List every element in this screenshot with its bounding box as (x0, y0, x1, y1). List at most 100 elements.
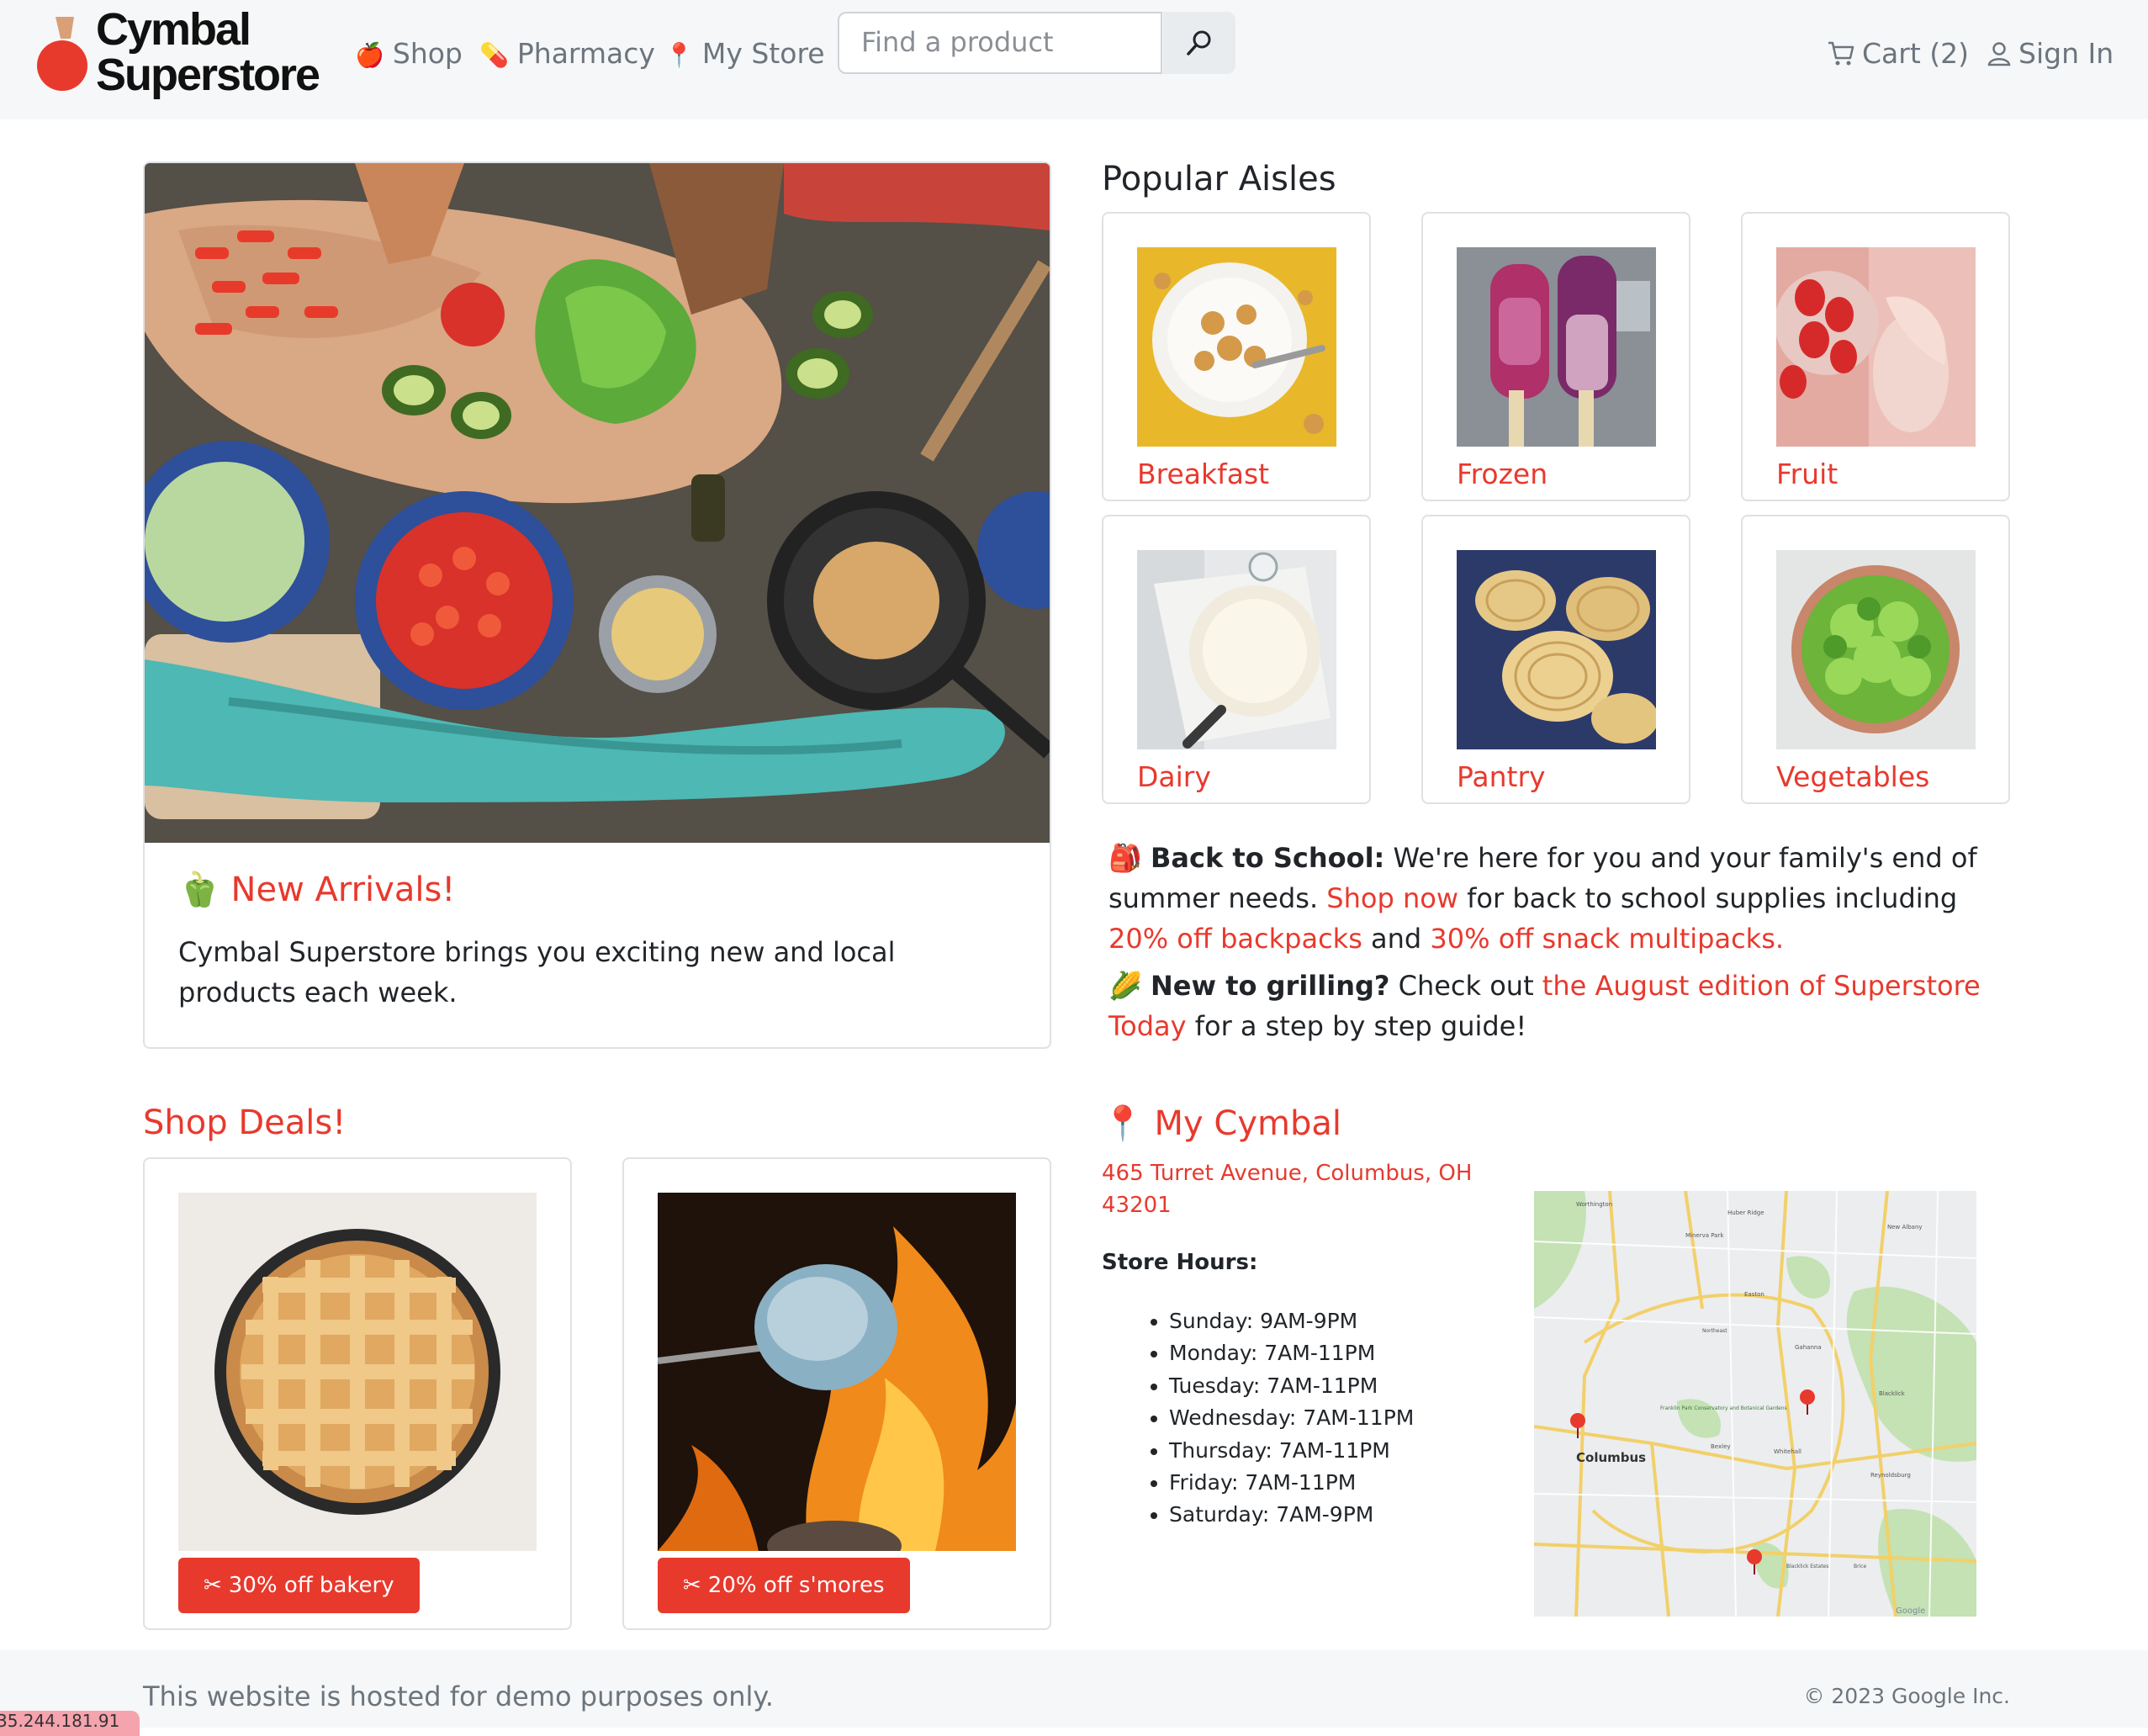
aisle-breakfast[interactable]: Breakfast (1102, 212, 1371, 501)
map-place-label: Worthington (1576, 1201, 1612, 1208)
aisle-vegetables[interactable]: Vegetables (1741, 515, 2010, 804)
bakery-deal-button[interactable]: ✂ 30% off bakery (178, 1558, 420, 1613)
pin-icon: 📍 (1102, 1104, 1144, 1143)
search-field (838, 12, 1162, 74)
new-arrivals-card: 🫑 New Arrivals! Cymbal Superstore brings… (143, 161, 1051, 1049)
aisle-pantry[interactable]: Pantry (1421, 515, 1690, 804)
nav-my-store[interactable]: 📍 My Store (664, 37, 825, 70)
map-place-label: Bexley (1711, 1443, 1731, 1450)
map-place-label: Easton (1744, 1291, 1764, 1298)
strawberries-photo (1776, 247, 1976, 447)
aisle-label: Fruit (1776, 458, 1838, 490)
shop-now-link[interactable]: Shop now (1326, 882, 1458, 914)
brand-line1: Cymbal (96, 4, 251, 55)
ip-badge: 35.244.181.91 (0, 1711, 140, 1736)
grilling-title: New to grilling? (1151, 970, 1390, 1002)
back-to-school-text: and (1362, 923, 1431, 955)
aisle-dairy[interactable]: Dairy (1102, 515, 1371, 804)
new-arrivals-title: New Arrivals! (230, 871, 456, 909)
map-place-label: New Albany (1887, 1224, 1923, 1231)
back-to-school-title: Back to School: (1151, 842, 1385, 874)
scissors-icon: ✂ (683, 1573, 701, 1598)
nav-shop-label: Shop (392, 37, 463, 70)
deal-card-bakery: ✂ 30% off bakery (143, 1157, 572, 1630)
person-icon (1987, 41, 2011, 66)
hours-item: Sunday: 9AM-9PM (1169, 1305, 1414, 1337)
aisle-frozen[interactable]: Frozen (1421, 212, 1690, 501)
cymbal-logo-icon[interactable] (37, 17, 96, 93)
hours-item: Wednesday: 7AM-11PM (1169, 1402, 1414, 1434)
nav-cart-label: Cart (2) (1862, 37, 1970, 70)
aisle-label: Breakfast (1137, 458, 1270, 490)
nav-sign-in-label: Sign In (2018, 37, 2114, 70)
cooking-table-photo (145, 163, 1050, 843)
popular-aisles-heading: Popular Aisles (1102, 160, 1336, 198)
grilling-promo: 🌽 New to grilling? Check out the August … (1108, 966, 2017, 1046)
brand-logo[interactable]: Cymbal Superstore (96, 4, 320, 100)
grilling-text: for a step by step guide! (1186, 1010, 1527, 1042)
cart-icon (1828, 41, 1854, 65)
map-place-label: Reynoldsburg (1870, 1472, 1911, 1479)
footer-copyright: © 2023 Google Inc. (1803, 1684, 2010, 1708)
search-input[interactable] (860, 13, 1149, 71)
nav-pharmacy-label: Pharmacy (516, 37, 655, 70)
pin-icon: 📍 (664, 41, 694, 69)
google-map-attribution: Google (1896, 1606, 1925, 1616)
pie-photo (178, 1193, 537, 1551)
popsicle-photo (1457, 247, 1656, 447)
cheese-photo (1137, 550, 1336, 749)
map-place-label: Blacklick Estates (1786, 1564, 1828, 1569)
map-place-label: Huber Ridge (1727, 1209, 1764, 1216)
pasta-photo (1457, 550, 1656, 749)
hours-item: Tuesday: 7AM-11PM (1169, 1370, 1414, 1402)
search-button[interactable] (1163, 12, 1235, 74)
aisle-label: Vegetables (1776, 760, 1930, 793)
aisle-fruit[interactable]: Fruit (1741, 212, 2010, 501)
my-cymbal-title: My Cymbal (1154, 1104, 1342, 1143)
store-map[interactable]: Columbus Worthington Huber Ridge Minerva… (1534, 1191, 1976, 1617)
nav-cart[interactable]: Cart (2) (1827, 37, 1969, 70)
nav-my-store-label: My Store (701, 37, 825, 70)
nav-sign-in[interactable]: Sign In (1987, 37, 2114, 70)
aisle-label: Pantry (1457, 760, 1546, 793)
hours-item: Thursday: 7AM-11PM (1169, 1435, 1414, 1467)
brand-line2: Superstore (96, 50, 320, 100)
apple-icon: 🍎 (355, 41, 384, 69)
deal-card-smores: ✂ 20% off s'mores (622, 1157, 1051, 1630)
shop-deals-heading: Shop Deals! (143, 1104, 347, 1142)
nav-shop[interactable]: 🍎 Shop (355, 37, 463, 70)
scissors-icon: ✂ (204, 1573, 222, 1598)
salad-photo (1776, 550, 1976, 749)
store-hours-list: Sunday: 9AM-9PM Monday: 7AM-11PM Tuesday… (1134, 1305, 1414, 1532)
map-place-label: Gahanna (1795, 1344, 1822, 1351)
smores-deal-label: 20% off s'mores (707, 1573, 885, 1598)
footer-disclaimer: This website is hosted for demo purposes… (143, 1680, 774, 1712)
hours-item: Saturday: 7AM-9PM (1169, 1499, 1414, 1531)
backpacks-deal-link[interactable]: 20% off backpacks (1108, 923, 1362, 955)
search-icon (1187, 30, 1211, 56)
map-place-label: Blacklick (1879, 1390, 1906, 1397)
my-cymbal-heading: 📍 My Cymbal (1102, 1104, 1341, 1143)
store-hours-title: Store Hours: (1102, 1250, 1258, 1275)
new-arrivals-heading: 🫑 New Arrivals! (178, 870, 455, 909)
store-address: 465 Turret Avenue, Columbus, OH 43201 (1102, 1161, 1473, 1218)
hours-item: Friday: 7AM-11PM (1169, 1467, 1414, 1499)
snack-multipacks-link[interactable]: 30% off snack multipacks. (1430, 923, 1784, 955)
bell-pepper-icon: 🫑 (178, 871, 220, 909)
grilling-text: Check out (1389, 970, 1542, 1002)
map-place-label: Brice (1854, 1564, 1867, 1569)
map-city-label: Columbus (1576, 1450, 1646, 1465)
new-arrivals-text: Cymbal Superstore brings you exciting ne… (178, 936, 896, 1008)
back-to-school-promo: 🎒 Back to School: We're here for you and… (1108, 838, 2017, 959)
marshmallow-photo (658, 1193, 1016, 1551)
pill-icon: 💊 (479, 41, 509, 69)
navbar: Cymbal Superstore 🍎 Shop 💊 Pharmacy 📍 My St… (0, 0, 2148, 119)
bakery-deal-label: 30% off bakery (228, 1573, 394, 1598)
backpack-icon: 🎒 (1108, 842, 1142, 874)
aisle-label: Frozen (1457, 458, 1548, 490)
map-place-label: Whitehall (1774, 1448, 1801, 1455)
smores-deal-button[interactable]: ✂ 20% off s'mores (658, 1558, 910, 1613)
cereal-photo (1137, 247, 1336, 447)
map-place-label: Northeast (1702, 1328, 1727, 1334)
nav-pharmacy[interactable]: 💊 Pharmacy (479, 37, 655, 70)
